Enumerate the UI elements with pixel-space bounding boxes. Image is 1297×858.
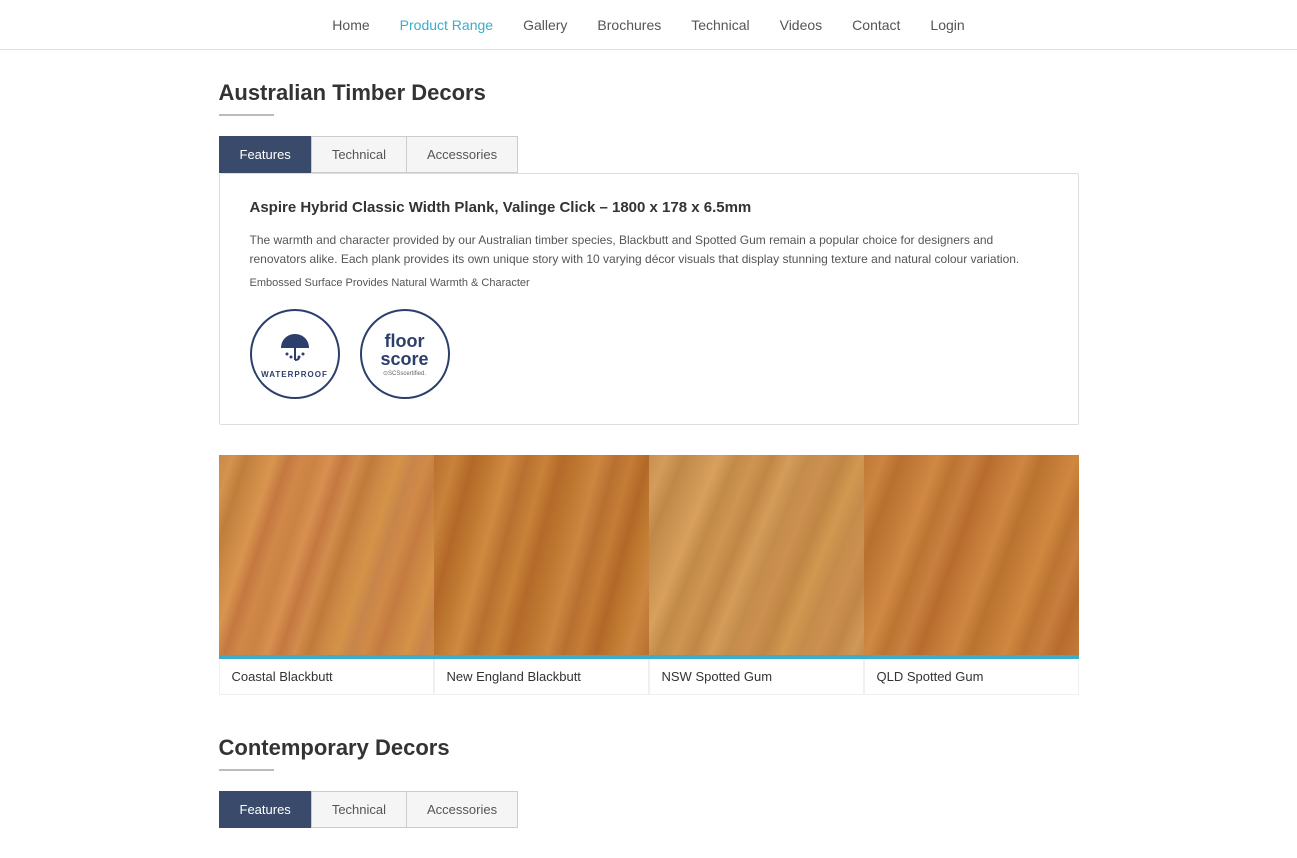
tab-accessories-2[interactable]: Accessories	[406, 791, 518, 828]
floorscore-title: floor	[385, 332, 425, 350]
tab-technical-1[interactable]: Technical	[311, 136, 406, 173]
waterproof-text: WATERPROOF	[261, 370, 328, 379]
product-card-newengland: New England Blackbutt	[434, 455, 649, 695]
info-box-title: Aspire Hybrid Classic Width Plank, Valin…	[250, 199, 1048, 216]
info-box-1: Aspire Hybrid Classic Width Plank, Valin…	[219, 173, 1079, 425]
qld-image	[864, 455, 1079, 655]
nav-contact[interactable]: Contact	[852, 17, 900, 33]
nav-product-range[interactable]: Product Range	[400, 17, 493, 33]
section1-title: Australian Timber Decors	[219, 80, 1079, 106]
page-content: Australian Timber Decors Features Techni…	[199, 50, 1099, 858]
nav-gallery[interactable]: Gallery	[523, 17, 567, 33]
badges-container: WATERPROOF floor score ⊙SCSscertified.	[250, 309, 1048, 399]
section1-underline	[219, 114, 274, 116]
newengland-image	[434, 455, 649, 655]
product-card-nsw: NSW Spotted Gum	[649, 455, 864, 695]
waterproof-icon	[277, 330, 313, 366]
nav-brochures[interactable]: Brochures	[597, 17, 661, 33]
floorscore-badge: floor score ⊙SCSscertified.	[360, 309, 450, 399]
waterproof-badge: WATERPROOF	[250, 309, 340, 399]
tab-features-2[interactable]: Features	[219, 791, 311, 828]
coastal-image	[219, 455, 434, 655]
floorscore-cert: ⊙SCSscertified.	[383, 370, 426, 377]
nsw-label: NSW Spotted Gum	[649, 659, 864, 695]
info-box-sub: Embossed Surface Provides Natural Warmth…	[250, 277, 1048, 289]
main-nav: Home Product Range Gallery Brochures Tec…	[0, 0, 1297, 50]
section2-underline	[219, 769, 274, 771]
section2-title: Contemporary Decors	[219, 735, 1079, 761]
newengland-label: New England Blackbutt	[434, 659, 649, 695]
nav-technical[interactable]: Technical	[691, 17, 749, 33]
floorscore-score: score	[380, 350, 428, 368]
tab-accessories-1[interactable]: Accessories	[406, 136, 518, 173]
product-grid-1: Coastal Blackbutt New England Blackbutt …	[219, 455, 1079, 695]
coastal-label: Coastal Blackbutt	[219, 659, 434, 695]
nav-login[interactable]: Login	[930, 17, 964, 33]
tab-features-1[interactable]: Features	[219, 136, 311, 173]
product-card-coastal: Coastal Blackbutt	[219, 455, 434, 695]
section1-tabs: Features Technical Accessories	[219, 136, 1079, 173]
nsw-image	[649, 455, 864, 655]
nav-home[interactable]: Home	[332, 17, 369, 33]
section2-tabs: Features Technical Accessories	[219, 791, 1079, 828]
product-card-qld: QLD Spotted Gum	[864, 455, 1079, 695]
tab-technical-2[interactable]: Technical	[311, 791, 406, 828]
section2: Contemporary Decors Features Technical A…	[219, 735, 1079, 828]
qld-label: QLD Spotted Gum	[864, 659, 1079, 695]
info-box-desc: The warmth and character provided by our…	[250, 231, 1048, 269]
nav-videos[interactable]: Videos	[780, 17, 823, 33]
